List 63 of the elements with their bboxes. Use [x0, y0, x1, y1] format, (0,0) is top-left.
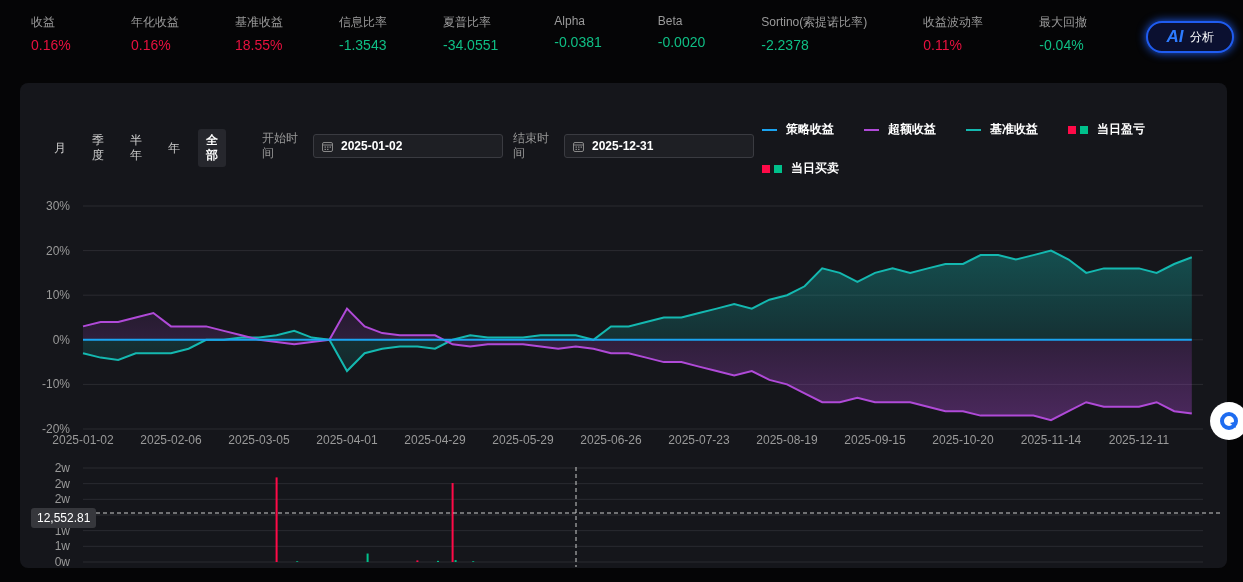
axis-tick-label: 2025-11-14 — [1020, 433, 1082, 447]
axis-tick-label: 2025-09-15 — [844, 433, 906, 447]
legend-label[interactable]: 当日买卖 — [791, 160, 839, 177]
metric-label: 信息比率 — [339, 14, 387, 31]
legend-label[interactable]: 当日盈亏 — [1097, 121, 1145, 138]
legend-label[interactable]: 超额收益 — [888, 121, 936, 138]
axis-tick-label: 2025-06-26 — [580, 433, 642, 447]
axis-tick-label: 2025-12-11 — [1108, 433, 1170, 447]
axis-tick-label: 30% — [45, 199, 70, 213]
metric-label: Sortino(索提诺比率) — [761, 14, 868, 31]
date-label: 开始时间 — [262, 131, 299, 161]
ai-analysis-button[interactable]: AI 分析 — [1146, 21, 1234, 53]
date-field[interactable]: 2025-12-31 — [564, 134, 754, 158]
metric-value: -1.3543 — [339, 37, 387, 53]
crosshair-value-label: 12,552.81 — [31, 508, 97, 528]
metric-value: -0.0020 — [657, 34, 706, 50]
axis-tick-label: 2025-05-29 — [492, 433, 554, 447]
metric-label: 年化收益 — [131, 14, 179, 31]
axis-tick-label: 2w — [54, 492, 70, 507]
metric-label: 夏普比率 — [443, 14, 492, 31]
period-tab[interactable]: 半年 — [122, 129, 150, 167]
metric-value: 0.16% — [31, 37, 72, 53]
axis-tick-label: 0w — [54, 555, 70, 567]
axis-tick-label: 2w — [54, 476, 70, 491]
axis-tick-label: -20% — [42, 422, 70, 436]
axis-tick-label: 2025-04-29 — [404, 433, 466, 447]
metric-label: 最大回撤 — [1039, 14, 1088, 31]
metric-label: 基准收益 — [235, 14, 283, 31]
axis-tick-label: 2025-10-20 — [932, 433, 994, 447]
chat-bubble-icon — [1219, 411, 1239, 431]
metric-label: 收益波动率 — [923, 14, 984, 31]
metric-label: Beta — [657, 14, 684, 28]
period-tab[interactable]: 全部 — [198, 129, 226, 167]
axis-tick-label: 2w — [54, 461, 70, 475]
date-label: 结束时间 — [513, 131, 550, 161]
axis-tick-label: 20% — [45, 243, 70, 258]
period-tab[interactable]: 年 — [160, 129, 188, 167]
axis-tick-label: 2025-04-01 — [316, 433, 378, 447]
axis-tick-label: 10% — [45, 288, 70, 303]
metric-value: 18.55% — [235, 37, 283, 53]
axis-tick-label: 2025-03-05 — [228, 433, 290, 447]
period-tab[interactable]: 月 — [46, 129, 74, 167]
metric-value: 0.11% — [923, 37, 963, 53]
axis-tick-label: 2025-08-19 — [756, 433, 818, 447]
axis-tick-label: 2025-01-02 — [52, 433, 114, 447]
metric-value: 0.16% — [131, 37, 172, 53]
axis-tick-label: -10% — [42, 377, 70, 392]
calendar-icon — [322, 140, 333, 152]
date-field[interactable]: 2025-01-02 — [313, 134, 503, 158]
calendar-icon — [573, 140, 584, 152]
axis-tick-label: 1w — [54, 539, 70, 554]
axis-tick-label: 2025-07-23 — [668, 433, 730, 447]
axis-tick-label: 0% — [52, 332, 70, 347]
period-tab[interactable]: 季度 — [84, 129, 112, 167]
metric-label: Alpha — [554, 14, 586, 28]
metric-label: 收益 — [31, 14, 56, 31]
metric-value: -2.2378 — [761, 37, 810, 53]
axis-tick-label: 2025-02-06 — [140, 433, 202, 447]
legend-label[interactable]: 策略收益 — [786, 121, 834, 138]
legend-label[interactable]: 基准收益 — [990, 121, 1038, 138]
metric-value: -0.0381 — [554, 34, 602, 50]
metric-value: -0.04% — [1039, 37, 1085, 53]
metric-value: -34.0551 — [443, 37, 499, 53]
